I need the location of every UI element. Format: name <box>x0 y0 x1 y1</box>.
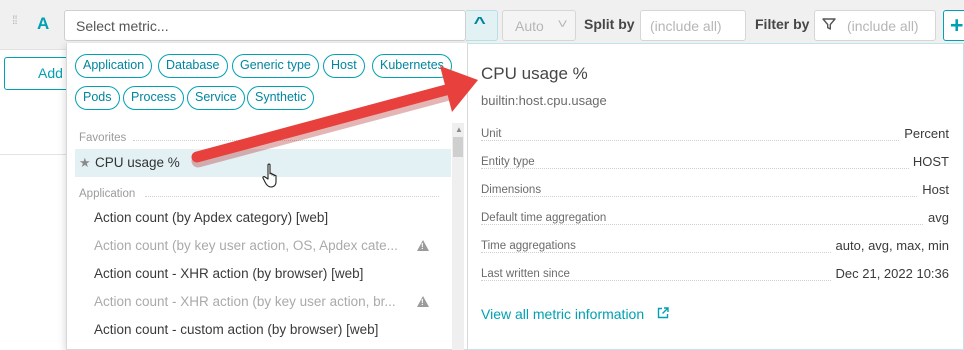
detail-row-value: avg <box>924 210 949 225</box>
scroll-up-icon[interactable]: ▲ <box>455 125 463 134</box>
chip-host[interactable]: Host <box>323 54 365 78</box>
warning-icon <box>417 296 429 307</box>
hand-cursor-icon <box>262 163 277 188</box>
application-heading: Application <box>79 188 136 200</box>
add-button[interactable]: Add <box>4 57 72 90</box>
chip-pods[interactable]: Pods <box>75 86 120 110</box>
chevron-up-icon: ^ <box>473 15 486 32</box>
chip-application[interactable]: Application <box>75 54 153 78</box>
detail-row-label: Entity type <box>481 156 539 168</box>
aggregation-select[interactable]: Auto > <box>502 10 576 41</box>
row-leader <box>481 168 949 169</box>
chip-database[interactable]: Database <box>158 54 228 78</box>
favorite-item-label: CPU usage % <box>95 155 180 170</box>
view-metric-info-link[interactable]: View all metric information <box>481 306 644 322</box>
detail-row-label: Last written since <box>481 268 574 280</box>
drag-handle-icon[interactable]: ⁞⁞ <box>12 14 26 34</box>
chip-synthetic[interactable]: Synthetic <box>247 86 315 110</box>
list-item[interactable]: Action count (by key user action, OS, Ap… <box>94 238 398 253</box>
detail-row-value: Percent <box>900 126 949 141</box>
detail-row-label: Time aggregations <box>481 240 580 252</box>
scrollbar[interactable] <box>452 123 464 350</box>
external-link-icon[interactable] <box>657 307 669 319</box>
favorites-heading: Favorites <box>79 132 127 144</box>
detail-title: CPU usage % <box>481 64 588 83</box>
row-leader <box>481 224 949 225</box>
split-by-input[interactable]: (include all) <box>640 10 746 41</box>
detail-row-value: Host <box>918 182 949 197</box>
detail-row-value: Dec 21, 2022 10:36 <box>831 266 949 281</box>
detail-row-label: Dimensions <box>481 184 546 196</box>
warning-icon <box>417 240 429 251</box>
list-item[interactable]: Action count - XHR action (by key user a… <box>94 294 396 309</box>
query-label: A <box>37 14 50 33</box>
section-divider <box>133 140 439 141</box>
metric-dropdown-toggle[interactable]: ^ <box>466 10 498 41</box>
chip-process[interactable]: Process <box>123 86 185 110</box>
section-divider <box>145 196 439 197</box>
split-by-label: Split by <box>584 16 635 32</box>
chevron-down-icon: > <box>553 19 573 28</box>
detail-row-label: Unit <box>481 128 506 140</box>
add-query-button[interactable]: + <box>943 10 964 41</box>
row-leader <box>481 140 949 141</box>
aggregation-value: Auto <box>515 18 544 34</box>
detail-row-value: auto, avg, max, min <box>831 238 949 253</box>
list-item[interactable]: Action count (by Apdex category) [web] <box>94 210 328 225</box>
filter-by-label: Filter by <box>755 16 810 32</box>
divider <box>0 154 66 155</box>
plus-icon: + <box>950 12 964 38</box>
list-item[interactable]: Action count - XHR action (by browser) [… <box>94 266 363 281</box>
star-icon: ★ <box>79 155 91 170</box>
chip-kubernetes[interactable]: Kubernetes <box>372 54 452 78</box>
list-item[interactable]: Action count - custom action (by browser… <box>94 322 378 337</box>
scroll-thumb[interactable] <box>453 137 463 157</box>
metric-key: builtin:host.cpu.usage <box>481 93 607 108</box>
detail-row-label: Default time aggregation <box>481 212 611 224</box>
metric-dropdown-panel: Application Database Generic type Host K… <box>66 43 468 350</box>
metric-select-input[interactable]: Select metric... <box>64 10 466 41</box>
chip-generic-type[interactable]: Generic type <box>232 54 319 78</box>
row-leader <box>481 196 949 197</box>
filter-icon <box>822 18 836 30</box>
detail-row-value: HOST <box>908 154 949 169</box>
chip-service[interactable]: Service <box>187 86 245 110</box>
